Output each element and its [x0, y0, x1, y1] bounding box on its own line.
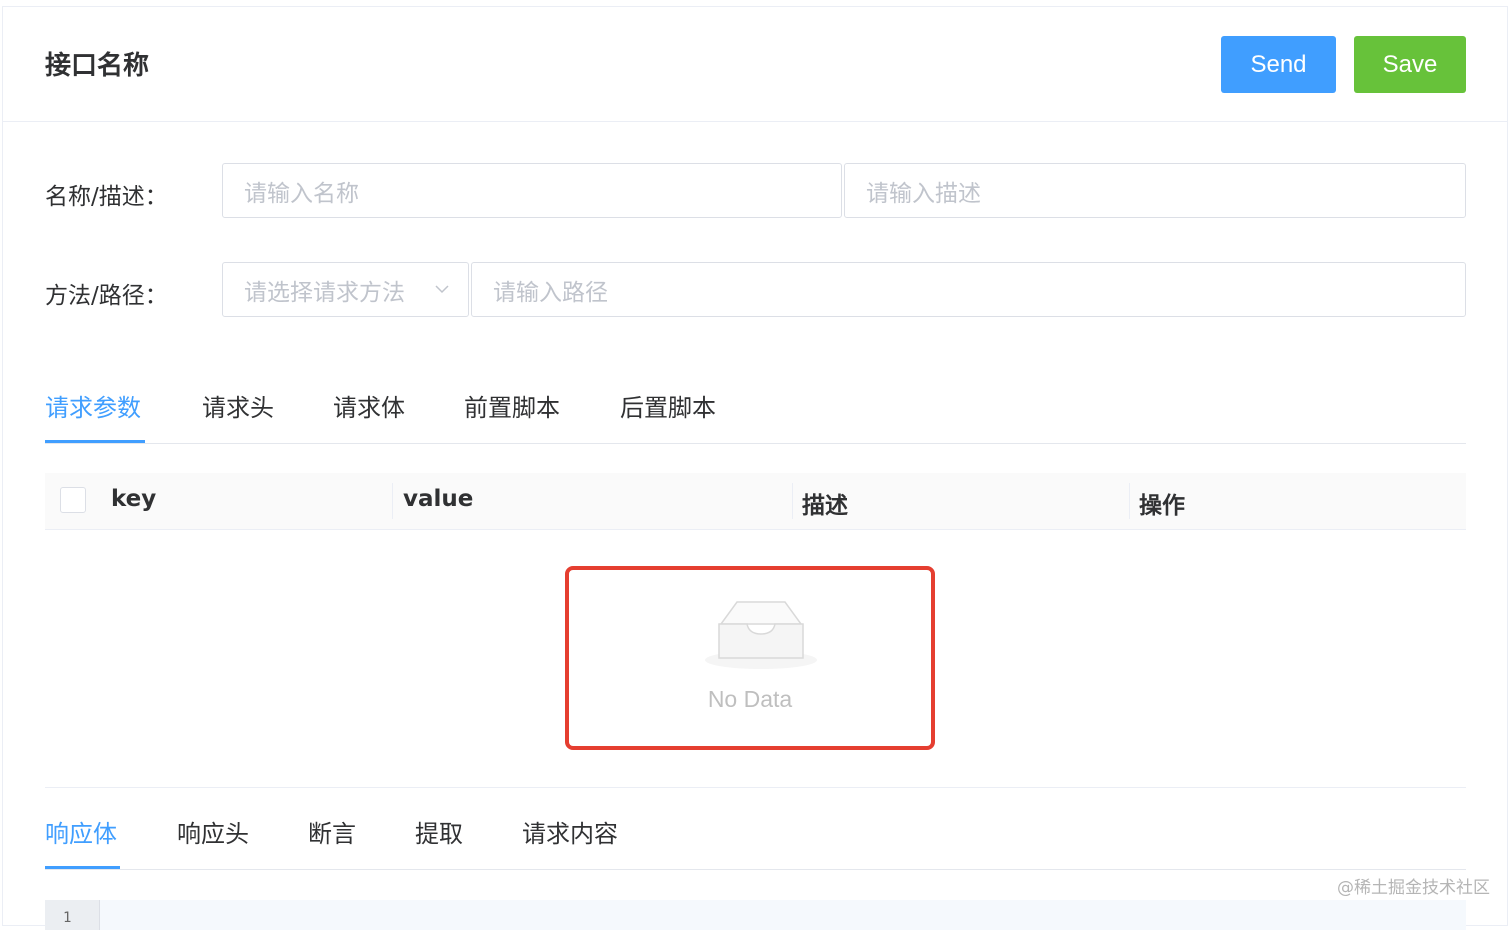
tab-request-content[interactable]: 请求内容 [522, 814, 618, 849]
tab-pre-script[interactable]: 前置脚本 [464, 388, 560, 423]
tab-assertions[interactable]: 断言 [308, 814, 356, 849]
line-number: 1 [63, 910, 72, 926]
column-divider [1129, 483, 1130, 519]
path-placeholder: 请输入路径 [493, 279, 608, 306]
path-input[interactable]: 请输入路径 [471, 262, 1466, 317]
name-desc-label: 名称/描述： [45, 184, 168, 210]
chevron-down-icon [435, 285, 449, 294]
column-header-actions: 操作 [1139, 493, 1185, 519]
send-button[interactable]: Send [1221, 36, 1336, 93]
empty-state-highlight: No Data [565, 566, 935, 750]
method-select[interactable]: 请选择请求方法 [222, 262, 469, 317]
select-all-checkbox[interactable] [60, 487, 86, 513]
column-header-value: value [403, 486, 474, 512]
tab-request-headers[interactable]: 请求头 [202, 388, 274, 423]
tab-request-params[interactable]: 请求参数 [45, 388, 141, 423]
tab-post-script[interactable]: 后置脚本 [620, 388, 716, 423]
api-editor-panel: 接口名称 Send Save 名称/描述： 请输入名称 请输入描述 方法/路径：… [2, 6, 1508, 930]
column-divider [392, 483, 393, 519]
name-input[interactable]: 请输入名称 [222, 163, 842, 218]
empty-inbox-icon [705, 601, 817, 669]
page-title: 接口名称 [45, 51, 150, 81]
response-tabs: 响应体 响应头 断言 提取 请求内容 [45, 788, 1466, 870]
watermark: @稀土掘金技术社区 [1337, 878, 1490, 898]
save-button[interactable]: Save [1354, 36, 1466, 93]
request-tabs: 请求参数 请求头 请求体 前置脚本 后置脚本 [45, 352, 1466, 444]
tab-request-body[interactable]: 请求体 [333, 388, 405, 423]
header-bar: 接口名称 Send Save [3, 7, 1507, 122]
column-header-key: key [111, 486, 157, 512]
description-placeholder: 请输入描述 [866, 180, 981, 207]
method-placeholder: 请选择请求方法 [244, 279, 405, 306]
column-divider [792, 483, 793, 519]
method-path-label: 方法/路径： [45, 283, 168, 309]
column-header-description: 描述 [802, 493, 848, 519]
params-table-header: key value 描述 操作 [45, 473, 1466, 530]
description-input[interactable]: 请输入描述 [844, 163, 1466, 218]
response-code-editor[interactable]: 1 [45, 900, 1466, 930]
active-tab-indicator [45, 866, 120, 869]
tab-response-headers[interactable]: 响应头 [177, 814, 249, 849]
empty-state-text: No Data [707, 686, 793, 712]
name-placeholder: 请输入名称 [244, 180, 359, 207]
active-tab-indicator [45, 440, 145, 443]
tab-response-body[interactable]: 响应体 [45, 814, 117, 849]
editor-gutter: 1 [45, 900, 100, 930]
tab-extract[interactable]: 提取 [415, 814, 463, 849]
